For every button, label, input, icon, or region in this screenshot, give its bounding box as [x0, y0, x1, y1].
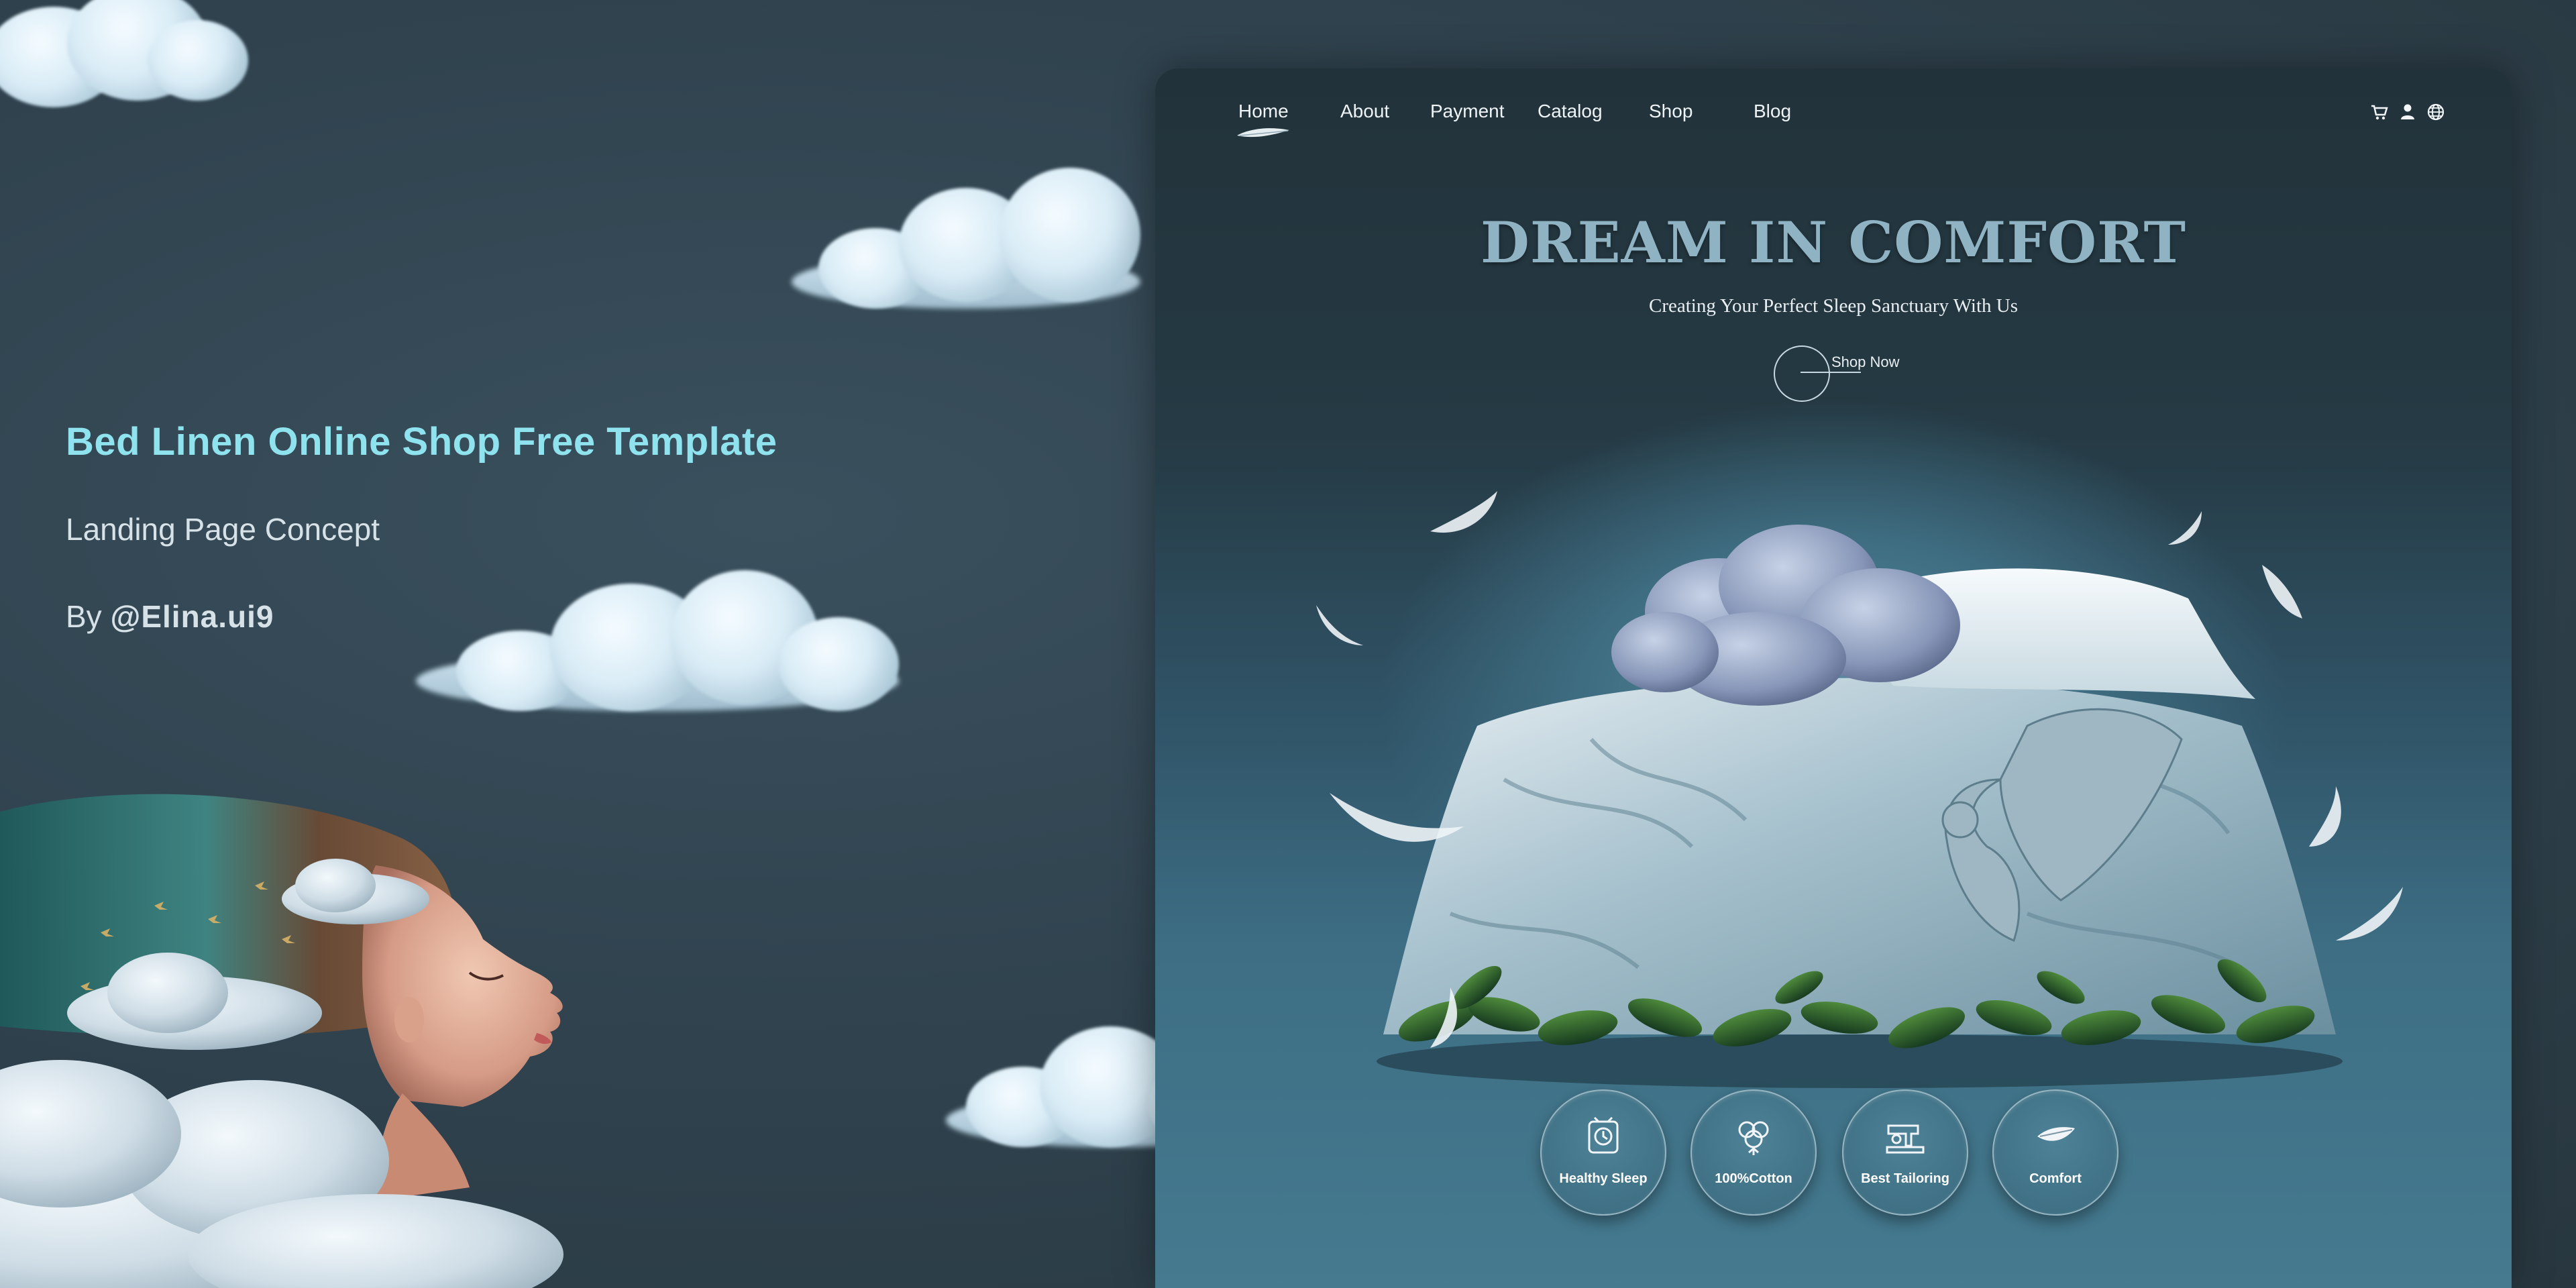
feature-healthy-sleep[interactable]: Healthy Sleep [1540, 1089, 1666, 1216]
author-prefix: By [66, 599, 111, 634]
nav-about[interactable]: About [1340, 101, 1389, 122]
nav-catalog[interactable]: Catalog [1538, 101, 1603, 122]
nav-payment[interactable]: Payment [1430, 101, 1505, 122]
user-icon[interactable] [2398, 102, 2418, 122]
sleeping-woman-illustration [0, 794, 564, 1288]
feature-label: Comfort [2029, 1171, 2082, 1186]
feature-label: Healthy Sleep [1559, 1171, 1648, 1186]
sleep-clock-icon [1588, 1116, 1619, 1154]
feature-best-tailoring[interactable]: Best Tailoring [1842, 1089, 1968, 1216]
shop-now-circle[interactable] [1774, 345, 1830, 402]
shop-now-button[interactable]: Shop Now [1831, 354, 1900, 371]
top-nav: Home About Payment Catalog Shop Blog [1155, 68, 2512, 149]
sewing-machine-icon [1886, 1124, 1925, 1154]
feather-icon [2037, 1127, 2075, 1141]
feature-label: 100%Cotton [1715, 1171, 1792, 1186]
nav-shop[interactable]: Shop [1649, 101, 1693, 122]
cart-icon[interactable] [2369, 102, 2390, 122]
cloud-top-left [0, 0, 268, 127]
active-feather-indicator-icon [1237, 128, 1289, 138]
feature-label: Best Tailoring [1861, 1171, 1949, 1186]
shop-now-line [1801, 372, 1861, 373]
bed-illustration [1316, 491, 2403, 1088]
feature-cotton[interactable]: 100%Cotton [1690, 1089, 1817, 1216]
cloud-upper-middle [778, 168, 1154, 322]
cotton-icon [1738, 1121, 1769, 1155]
nav-home[interactable]: Home [1238, 101, 1289, 122]
landing-page-mockup: Home About Payment Catalog Shop Blog DRE… [1155, 68, 2512, 1288]
nav-blog[interactable]: Blog [1754, 101, 1791, 122]
template-subtitle: Landing Page Concept [66, 512, 380, 547]
author-handle: @Elina.ui9 [110, 599, 274, 634]
hero-title: DREAM IN COMFORT [1480, 209, 2187, 276]
globe-icon[interactable] [2426, 102, 2446, 122]
cloud-middle [416, 557, 912, 724]
hero-subtitle: Creating Your Perfect Sleep Sanctuary Wi… [1648, 295, 2018, 317]
template-title: Bed Linen Online Shop Free Template [66, 420, 777, 464]
feature-comfort[interactable]: Comfort [1992, 1089, 2118, 1216]
author-credit: By @Elina.ui9 [66, 598, 274, 635]
